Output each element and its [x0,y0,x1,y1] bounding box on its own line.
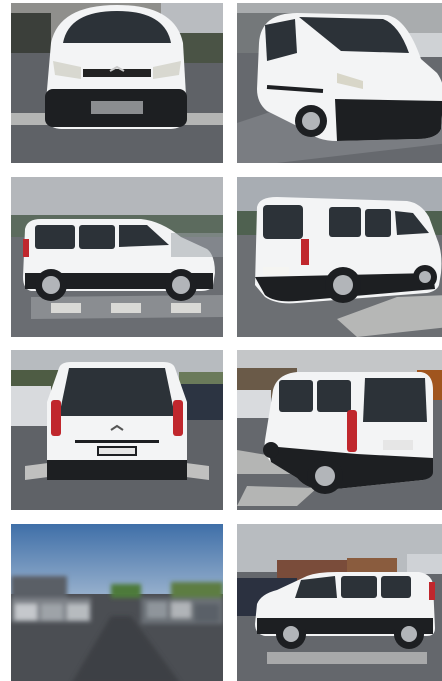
van-front-photo [11,3,223,163]
photo-thumb-left-side[interactable] [11,177,223,337]
van-rear-angle-right-photo [237,350,442,510]
photo-thumb-right-side[interactable] [237,524,442,681]
photo-thumb-rear-angle-right[interactable] [237,350,442,510]
photo-gallery [0,0,442,681]
van-side-left-photo [11,177,223,337]
photo-thumb-parking-lot[interactable] [11,524,223,681]
parking-lot-photo [11,524,223,681]
photo-thumb-front-angle[interactable] [237,3,442,163]
van-rear-angle-left-photo [237,177,442,337]
van-rear-photo [11,350,223,510]
photo-thumb-front[interactable] [11,3,223,163]
photo-thumb-rear-angle-left[interactable] [237,177,442,337]
photo-thumb-rear[interactable] [11,350,223,510]
van-side-right-photo [237,524,442,681]
van-front-angle-photo [237,3,442,163]
